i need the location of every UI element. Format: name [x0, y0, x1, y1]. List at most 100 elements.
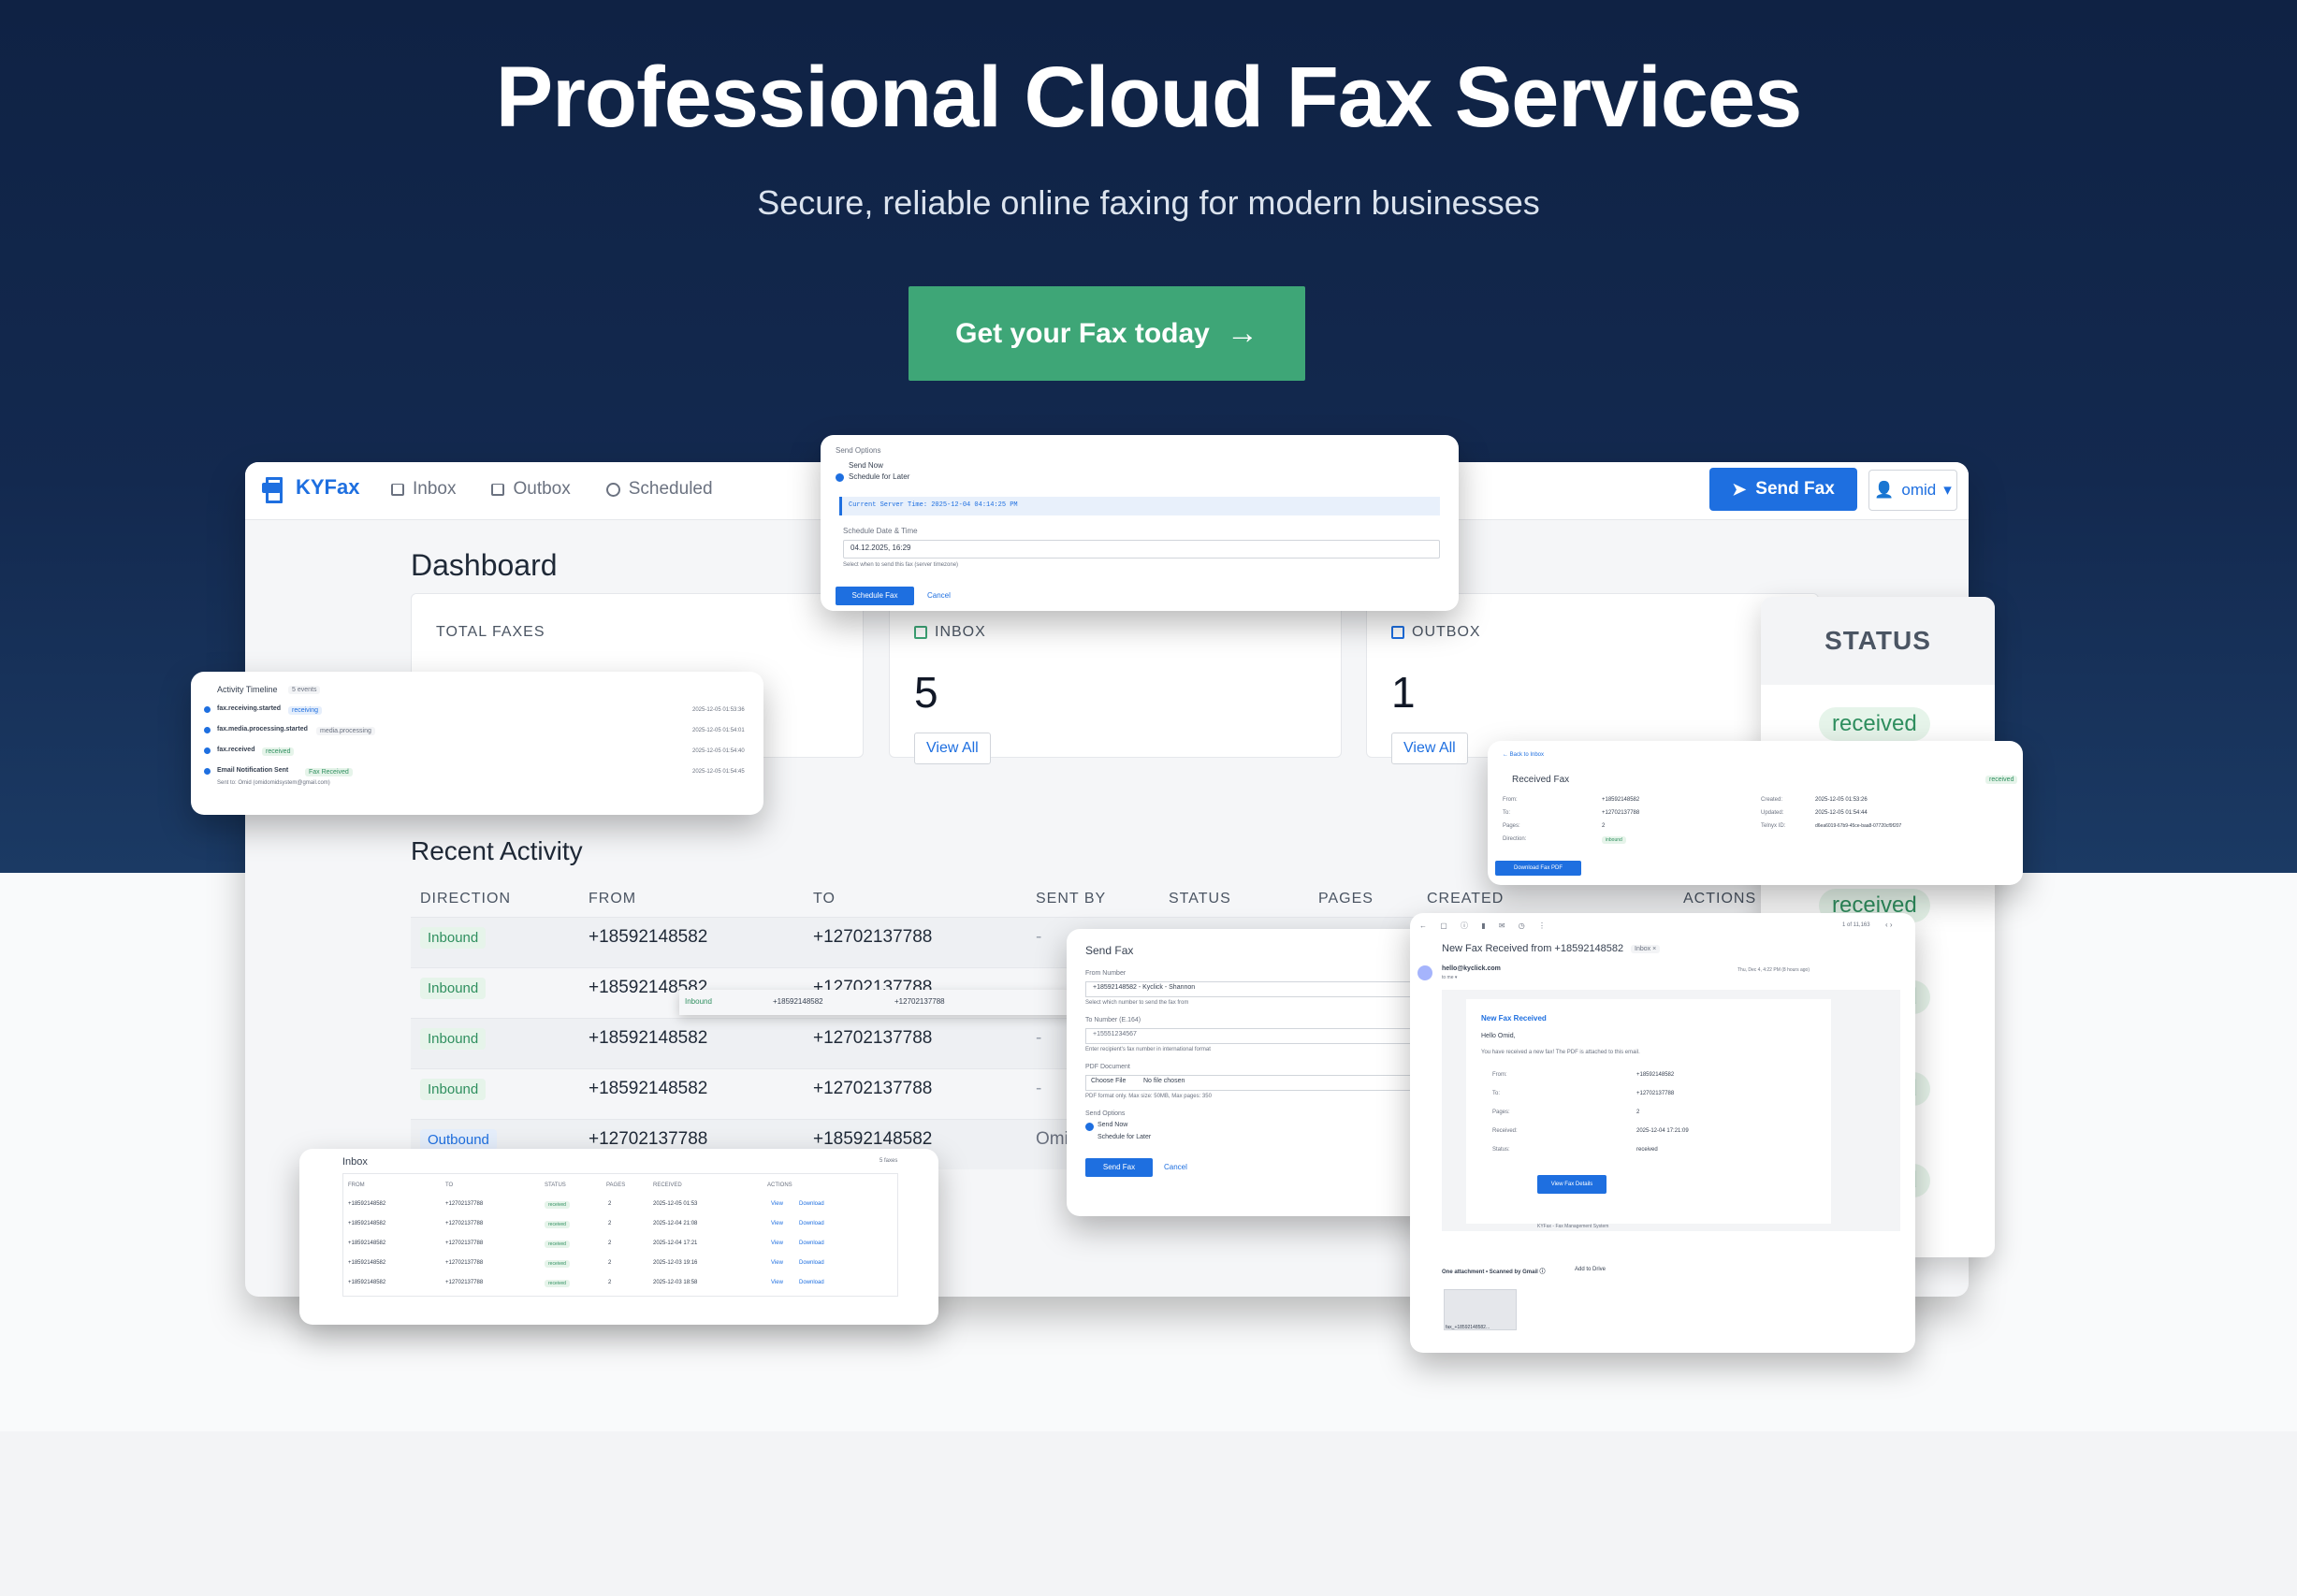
direction-badge: Inbound — [420, 1079, 487, 1100]
send-fax-form-card: Send Fax From Number +18592148582 - Kycl… — [1067, 929, 1441, 1216]
inbox-col-status: STATUS — [545, 1182, 566, 1188]
download-pdf-button[interactable]: Download Fax PDF — [1495, 861, 1581, 876]
inbox-view-link[interactable]: View — [771, 1280, 783, 1285]
received-fax-card: ← Back to Inbox Received Fax received Fr… — [1488, 741, 2023, 885]
inbox-view-all-button[interactable]: View All — [914, 733, 991, 764]
email-received-value: 2025-12-04 17:21:09 — [1636, 1128, 1689, 1134]
outbox-view-all-button[interactable]: View All — [1391, 733, 1468, 764]
inbox-count: 5 faxes — [880, 1158, 898, 1164]
send-fax-cancel-link[interactable]: Cancel — [1164, 1163, 1187, 1171]
email-greeting: Hello Omid, — [1481, 1033, 1516, 1039]
inbox-download-link[interactable]: Download — [799, 1241, 824, 1246]
send-fax-submit-button[interactable]: Send Fax — [1085, 1158, 1153, 1177]
back-to-inbox-link[interactable]: ← Back to Inbox — [1503, 752, 1544, 758]
nav-inbox-label: Inbox — [413, 479, 457, 499]
received-fax-title: Received Fax — [1512, 775, 1570, 785]
send-fax-title: Send Fax — [1085, 944, 1134, 957]
inbox-received: 2025-12-03 19:16 — [653, 1260, 698, 1266]
inbox-pages: 2 — [608, 1241, 612, 1246]
email-to-label: To: — [1492, 1091, 1501, 1096]
send-now-radio[interactable] — [1085, 1123, 1094, 1131]
inbox-col-pages: PAGES — [606, 1182, 626, 1188]
inbox-view-link[interactable]: View — [771, 1241, 783, 1246]
inbox-download-link[interactable]: Download — [799, 1221, 824, 1226]
inbox-to: +12702137788 — [445, 1241, 484, 1246]
col-to: TO — [813, 891, 836, 907]
from-cell: +12702137788 — [589, 1129, 708, 1149]
email-label-badge[interactable]: Inbox × — [1631, 945, 1661, 953]
schedule-fax-button[interactable]: Schedule Fax — [836, 587, 914, 605]
timeline-dot — [204, 706, 211, 713]
inbox-col-from: FROM — [348, 1182, 365, 1188]
inbox-view-link[interactable]: View — [771, 1260, 783, 1266]
inbox-icon — [914, 626, 927, 639]
send-fax-label: Send Fax — [1755, 479, 1835, 499]
schedule-later-radio[interactable] — [836, 473, 844, 482]
schedule-later-label[interactable]: Schedule for Later — [1098, 1134, 1151, 1140]
activity-timeline-card: Activity Timeline 5 events fax.receiving… — [191, 672, 763, 815]
inbox-view-link[interactable]: View — [771, 1221, 783, 1226]
to-label: To: — [1503, 810, 1511, 816]
inbox-icon — [391, 483, 404, 496]
pdf-document-label: PDF Document — [1085, 1064, 1130, 1070]
to-number-input[interactable] — [1085, 1028, 1441, 1044]
email-status-label: Status: — [1492, 1147, 1510, 1153]
schedule-cancel-link[interactable]: Cancel — [927, 591, 951, 600]
email-nav-arrows-icon[interactable]: ‹ › — [1885, 921, 1893, 929]
col-status: STATUS — [1169, 891, 1231, 907]
email-recipient[interactable]: to me ▾ — [1442, 975, 1457, 980]
hero-subtitle: Secure, reliable online faxing for moder… — [757, 183, 1540, 222]
send-now-option[interactable]: Send Now — [849, 461, 883, 470]
from-value: +18592148582 — [1602, 797, 1640, 803]
email-pages-label: Pages: — [1492, 1110, 1510, 1115]
user-name: omid — [1901, 481, 1937, 499]
inbox-col-received: RECEIVED — [653, 1182, 682, 1188]
user-icon: 👤 — [1874, 481, 1895, 499]
stat-card-inbox: INBOX 5 View All — [889, 593, 1342, 764]
attachment-label: One attachment • Scanned by Gmail ⓘ — [1442, 1270, 1546, 1275]
pdf-file-input[interactable] — [1085, 1075, 1441, 1091]
hover-row-preview: Inbound +18592148582 +12702137788 — [679, 990, 1072, 1015]
email-to-value: +12702137788 — [1636, 1091, 1675, 1096]
user-menu-button[interactable]: 👤 omid ▾ — [1868, 470, 1957, 511]
timeline-sent-to: Sent to: Omid (omidomidsystem@gmail.com) — [217, 780, 330, 786]
send-fax-button[interactable]: ➤ Send Fax — [1709, 468, 1857, 511]
email-toolbar-icons[interactable]: ← ▢ ⓘ ▮ ✉ ◷ ⋮ — [1419, 921, 1551, 931]
inbox-download-link[interactable]: Download — [799, 1260, 824, 1266]
col-sent-by: SENT BY — [1036, 891, 1107, 907]
choose-file-button[interactable]: Choose File — [1091, 1078, 1126, 1084]
email-from-value: +18592148582 — [1636, 1072, 1675, 1078]
schedule-date-input[interactable] — [843, 540, 1440, 559]
sent-by-cell: - — [1036, 927, 1042, 947]
add-to-drive-button[interactable]: Add to Drive — [1575, 1267, 1606, 1272]
nav-scheduled[interactable]: Scheduled — [605, 479, 713, 500]
view-fax-details-button[interactable]: View Fax Details — [1537, 1175, 1606, 1194]
sender-avatar — [1417, 965, 1432, 980]
send-options-label: Send Options — [1085, 1110, 1126, 1117]
arrow-right-icon: → — [1226, 315, 1258, 351]
inbox-pages: 2 — [608, 1260, 612, 1266]
nav-inbox[interactable]: Inbox — [391, 479, 456, 500]
inbox-status: received — [545, 1221, 570, 1228]
sent-by-cell: - — [1036, 1079, 1042, 1098]
inbox-pages: 2 — [608, 1221, 612, 1226]
inbox-from: +18592148582 — [348, 1221, 386, 1226]
attachment-filename: fax_+18592148582... — [1446, 1325, 1490, 1330]
get-fax-button[interactable]: Get your Fax today → — [909, 286, 1305, 381]
schedule-date-value: 04.12.2025, 16:29 — [850, 544, 911, 552]
brand-link[interactable]: KYFax — [260, 475, 359, 503]
pdf-hint: PDF format only. Max size: 50MB, Max pag… — [1085, 1094, 1212, 1099]
inbox-download-link[interactable]: Download — [799, 1201, 824, 1207]
inbox-to: +12702137788 — [445, 1201, 484, 1207]
email-status-value: received — [1636, 1147, 1658, 1153]
nav-outbox-label: Outbox — [513, 479, 571, 499]
send-now-label: Send Now — [1098, 1122, 1128, 1128]
nav-outbox[interactable]: Outbox — [491, 479, 571, 500]
timeline-dot — [204, 768, 211, 775]
inbox-view-link[interactable]: View — [771, 1201, 783, 1207]
col-direction: DIRECTION — [420, 891, 511, 907]
to-number-value: +15551234567 — [1093, 1031, 1137, 1037]
inbox-received: 2025-12-04 21:08 — [653, 1221, 698, 1226]
inbox-received: 2025-12-05 01:53 — [653, 1201, 698, 1207]
inbox-download-link[interactable]: Download — [799, 1280, 824, 1285]
